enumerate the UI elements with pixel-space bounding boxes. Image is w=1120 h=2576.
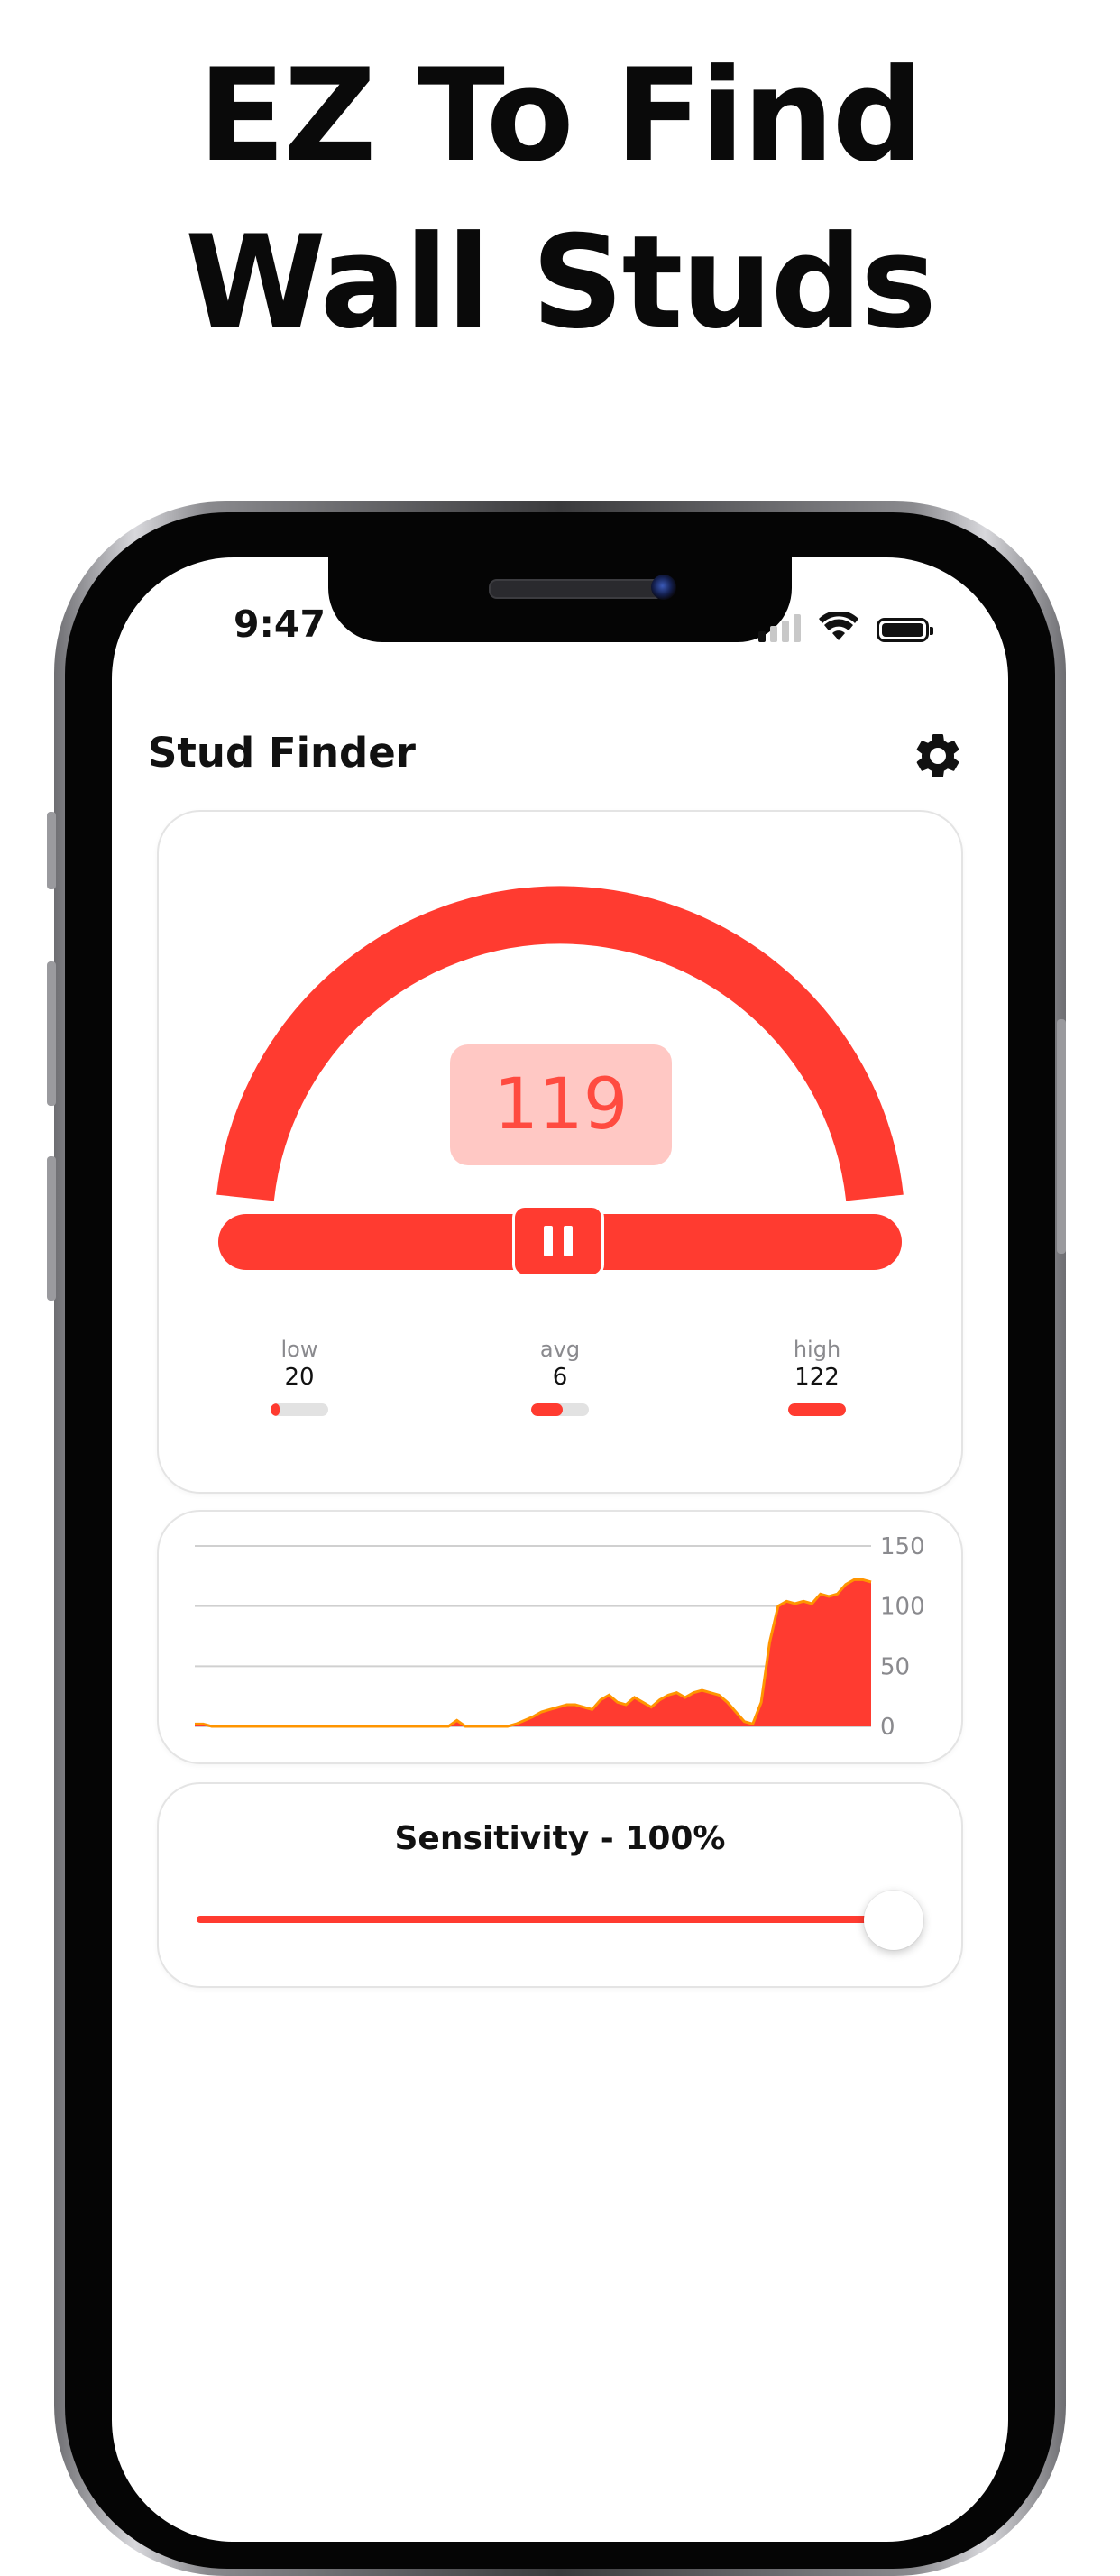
phone-power-button bbox=[1057, 1019, 1066, 1254]
chart-y-tick-label: 50 bbox=[880, 1653, 910, 1680]
stat-avg-label: avg bbox=[539, 1337, 581, 1362]
stat-high: high 122 bbox=[763, 1337, 871, 1416]
camera-icon bbox=[651, 575, 676, 600]
wifi-icon bbox=[819, 612, 858, 640]
gear-icon[interactable] bbox=[911, 729, 965, 783]
gauge-reading: 119 bbox=[450, 1044, 672, 1165]
gauge-card: 119 low 20 avg 6 high 122 bbox=[157, 810, 963, 1494]
sensitivity-slider-thumb[interactable] bbox=[864, 1891, 923, 1950]
stat-high-value: 122 bbox=[794, 1364, 840, 1391]
page-title: Stud Finder bbox=[148, 729, 416, 777]
phone-volume-up-button bbox=[47, 961, 56, 1106]
pause-button[interactable] bbox=[512, 1205, 604, 1277]
phone-mute-switch bbox=[47, 812, 56, 889]
stat-low: low 20 bbox=[245, 1337, 353, 1416]
headline-line-1: EZ To Find bbox=[197, 41, 924, 190]
history-chart-card: 150 100 50 0 bbox=[157, 1510, 963, 1764]
speaker-grille bbox=[489, 579, 664, 599]
battery-full-icon bbox=[877, 618, 933, 642]
sensitivity-label: Sensitivity - 100% bbox=[394, 1820, 726, 1857]
stat-low-bar bbox=[271, 1403, 328, 1416]
sensitivity-slider-track[interactable] bbox=[197, 1916, 909, 1923]
notch bbox=[328, 557, 792, 642]
phone-screen: 9:47 Stud Finder 119 low 20 avg 6 high 1… bbox=[112, 557, 1008, 2542]
headline-line-2: Wall Studs bbox=[185, 208, 937, 357]
stat-high-bar bbox=[788, 1403, 846, 1416]
chart-y-tick-label: 0 bbox=[880, 1714, 895, 1741]
chart-area-series bbox=[195, 1579, 871, 1726]
chart-y-tick-label: 100 bbox=[880, 1594, 925, 1621]
stat-low-label: low bbox=[280, 1337, 318, 1362]
pause-icon bbox=[544, 1226, 553, 1256]
stat-high-label: high bbox=[793, 1337, 841, 1362]
stat-avg-value: 6 bbox=[552, 1364, 568, 1391]
phone-volume-down-button bbox=[47, 1156, 56, 1301]
stat-avg-bar bbox=[531, 1403, 589, 1416]
history-chart: 150 100 50 0 bbox=[195, 1533, 925, 1741]
chart-y-tick-label: 150 bbox=[880, 1533, 925, 1560]
stat-avg: avg 6 bbox=[506, 1337, 614, 1416]
status-icons bbox=[758, 606, 933, 642]
stat-low-value: 20 bbox=[284, 1364, 315, 1391]
status-time: 9:47 bbox=[234, 603, 326, 646]
cellular-signal-icon bbox=[758, 613, 801, 642]
sensitivity-card: Sensitivity - 100% bbox=[157, 1782, 963, 1988]
